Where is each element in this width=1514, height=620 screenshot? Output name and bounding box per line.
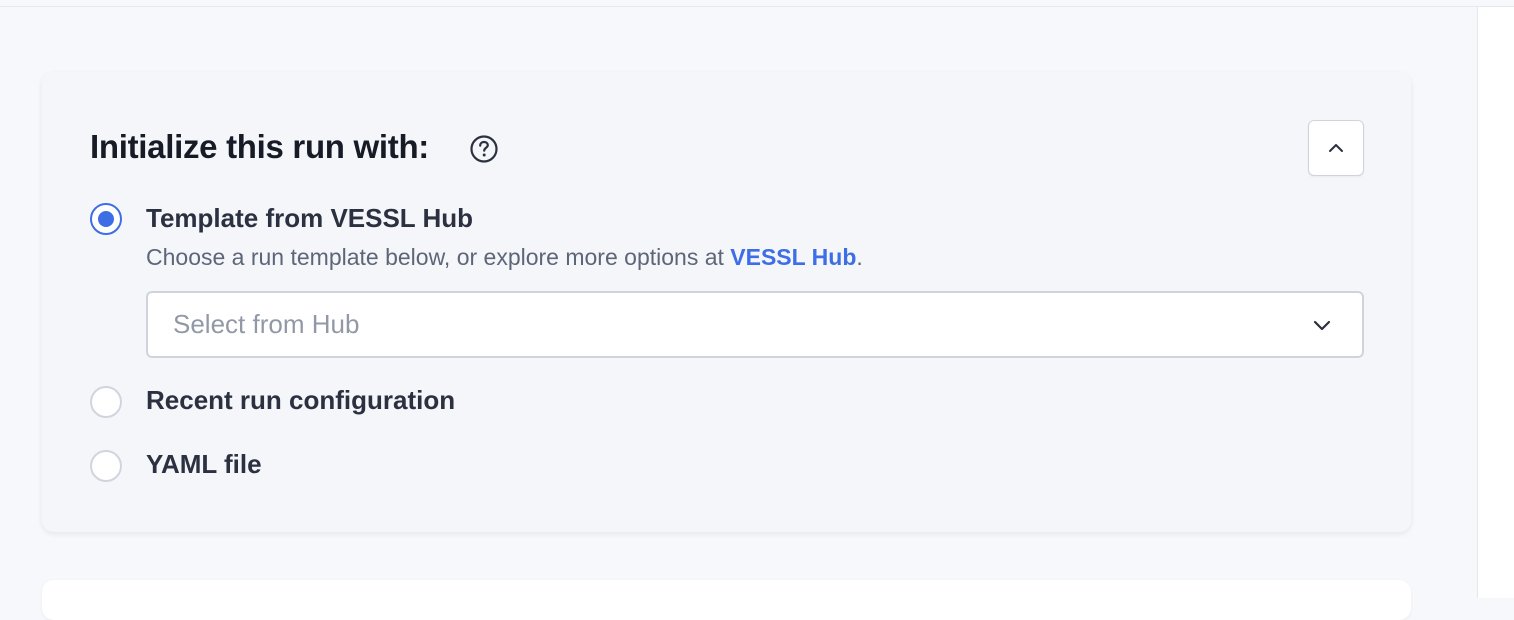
option-label-yaml-file[interactable]: YAML file bbox=[146, 449, 262, 480]
collapse-button[interactable] bbox=[1308, 120, 1364, 176]
right-side-panel bbox=[1477, 7, 1514, 598]
card-title: Initialize this run with: bbox=[90, 128, 430, 165]
option-label-template-from-hub[interactable]: Template from VESSL Hub bbox=[146, 203, 473, 234]
select-placeholder: Select from Hub bbox=[173, 309, 360, 339]
helper-text-prefix: Choose a run template below, or explore … bbox=[146, 244, 731, 270]
hub-template-select[interactable]: Select from Hub bbox=[146, 291, 1364, 358]
next-card bbox=[42, 580, 1411, 620]
radio-yaml-file[interactable] bbox=[90, 450, 122, 482]
radio-template-from-hub[interactable] bbox=[90, 203, 122, 235]
template-helper-text: Choose a run template below, or explore … bbox=[146, 244, 863, 271]
chevron-up-icon bbox=[1329, 144, 1343, 152]
top-divider bbox=[0, 6, 1514, 7]
chevron-down-icon bbox=[1313, 320, 1331, 331]
helper-text-suffix: . bbox=[856, 244, 863, 270]
initialize-run-card: Initialize this run with: Template from … bbox=[42, 72, 1411, 532]
vessl-hub-link[interactable]: VESSL Hub bbox=[730, 244, 856, 270]
radio-recent-run-configuration[interactable] bbox=[90, 386, 122, 418]
question-circle-icon[interactable] bbox=[469, 134, 499, 164]
option-label-recent-run-configuration[interactable]: Recent run configuration bbox=[146, 385, 455, 416]
